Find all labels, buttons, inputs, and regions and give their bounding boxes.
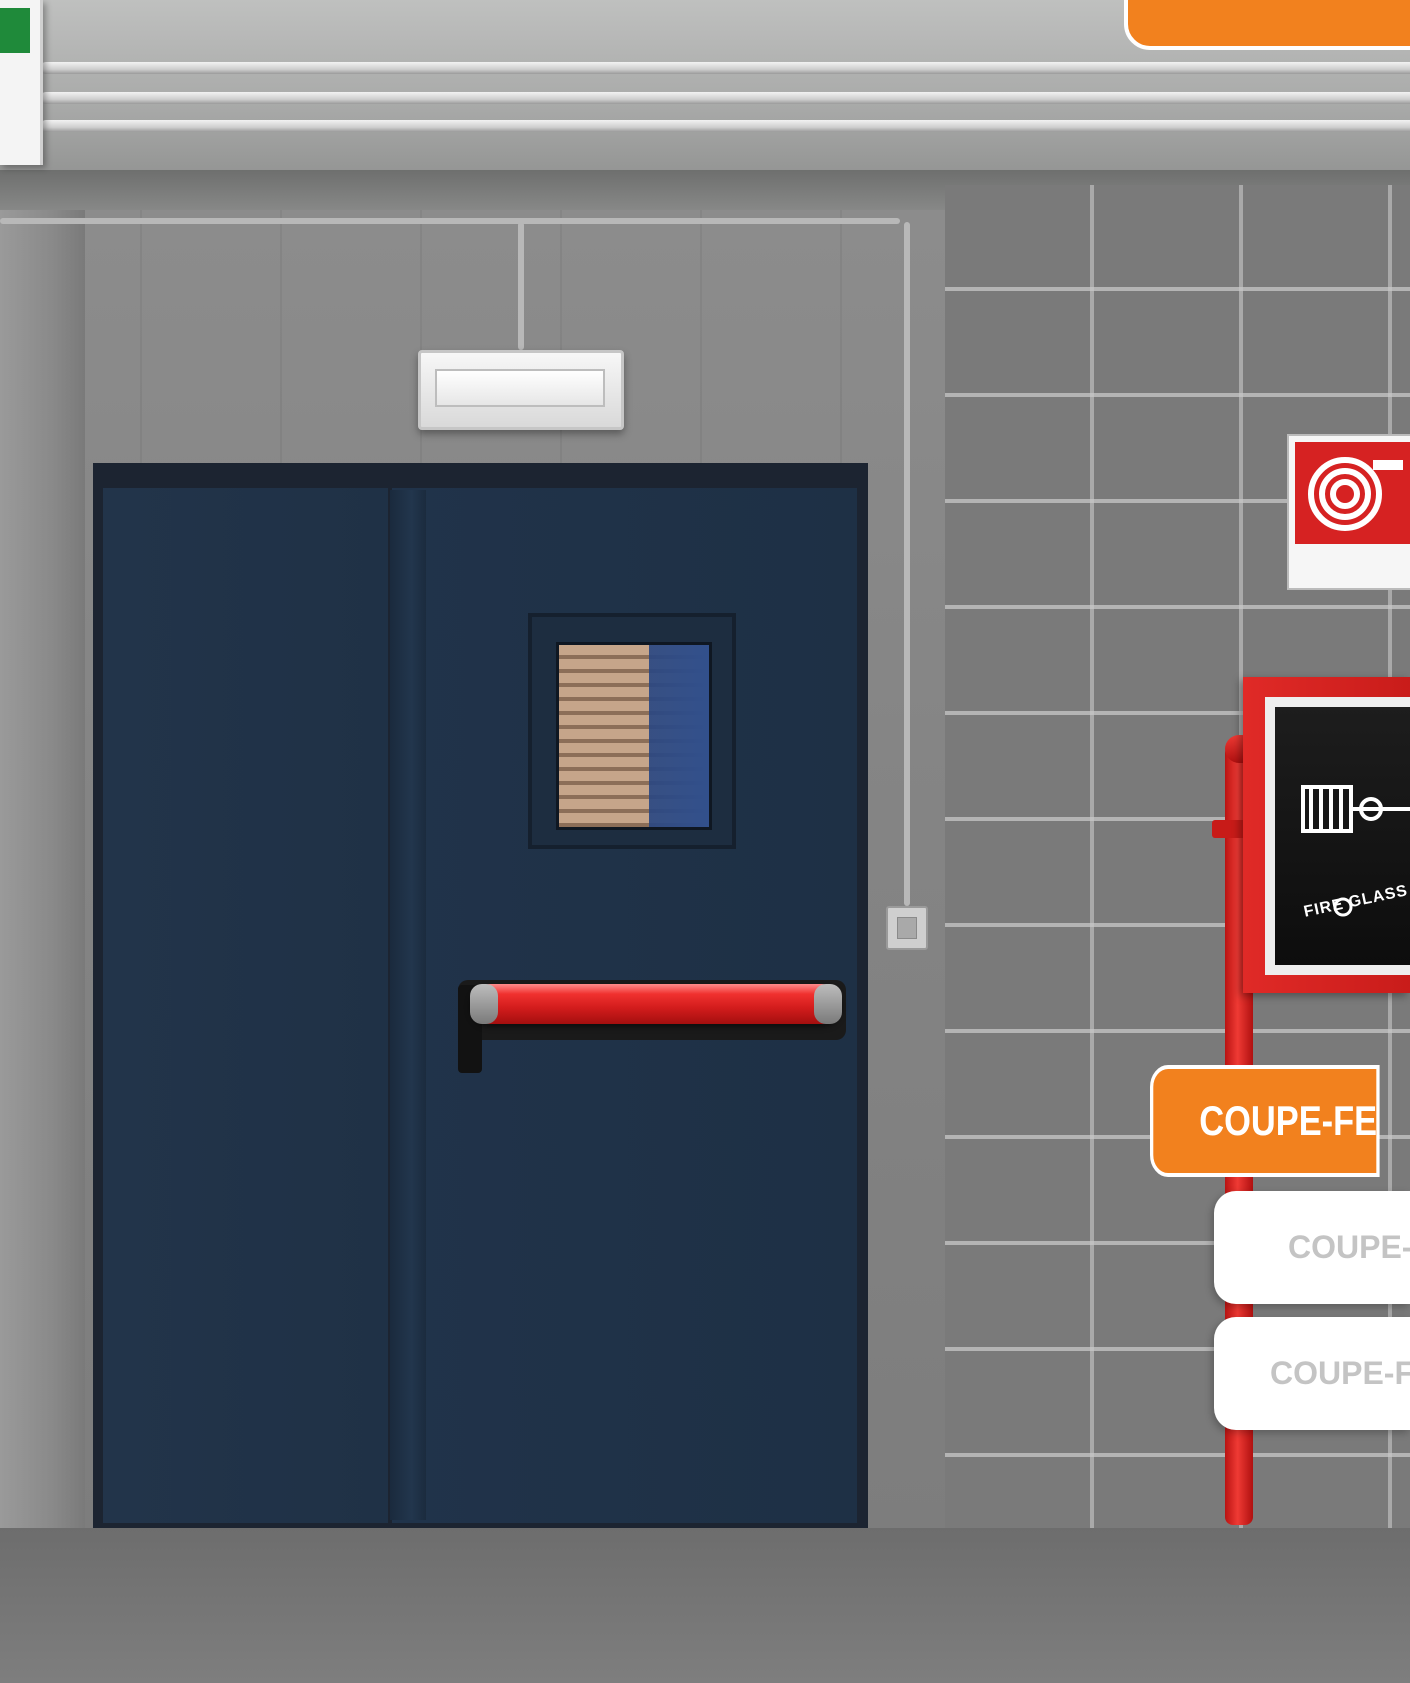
panic-bar-cap: [814, 984, 842, 1024]
tab-label: COUPE-F: [1288, 1229, 1410, 1265]
emergency-light: [418, 350, 624, 430]
door-leaf-left: [103, 488, 388, 1523]
tab-coupe-feu-active[interactable]: COUPE-FE: [1150, 1065, 1380, 1177]
electrical-conduit: [904, 222, 910, 906]
emergency-exit-sign-icon: [0, 0, 43, 165]
electrical-conduit: [518, 222, 524, 350]
fire-hose-sign: [1287, 434, 1410, 590]
floor: [0, 1528, 1410, 1683]
panic-bar-cap: [470, 984, 498, 1024]
electrical-conduit: [0, 218, 900, 224]
emergency-light-diffuser: [435, 369, 605, 407]
fire-hose-cabinet-window: FIRE GLASS: [1275, 707, 1410, 965]
ceiling-pipe: [40, 62, 1410, 74]
hero-scene: FIRE GLASS COUPE-FE COUPE-F COUPE-FE: [0, 0, 1410, 1683]
wall-switch: [886, 906, 928, 950]
door-vision-glass: [556, 642, 712, 830]
panic-bar: [470, 984, 842, 1024]
tab-coupe-feu-2[interactable]: COUPE-F: [1214, 1191, 1410, 1304]
tab-coupe-feu-3[interactable]: COUPE-FE: [1214, 1317, 1410, 1430]
ceiling-pipe: [40, 92, 1410, 104]
door-astragal: [390, 490, 426, 1520]
fire-hose-spiral-icon: [1308, 457, 1403, 531]
concrete-pillar: [0, 210, 85, 1530]
tab-label: COUPE-FE: [1270, 1355, 1410, 1391]
fire-hose-cabinet: FIRE GLASS: [1243, 677, 1410, 993]
tab-label: COUPE-FE: [1199, 1097, 1378, 1144]
ceiling-pipe: [40, 120, 1410, 132]
top-menu-tab[interactable]: [1124, 0, 1410, 50]
